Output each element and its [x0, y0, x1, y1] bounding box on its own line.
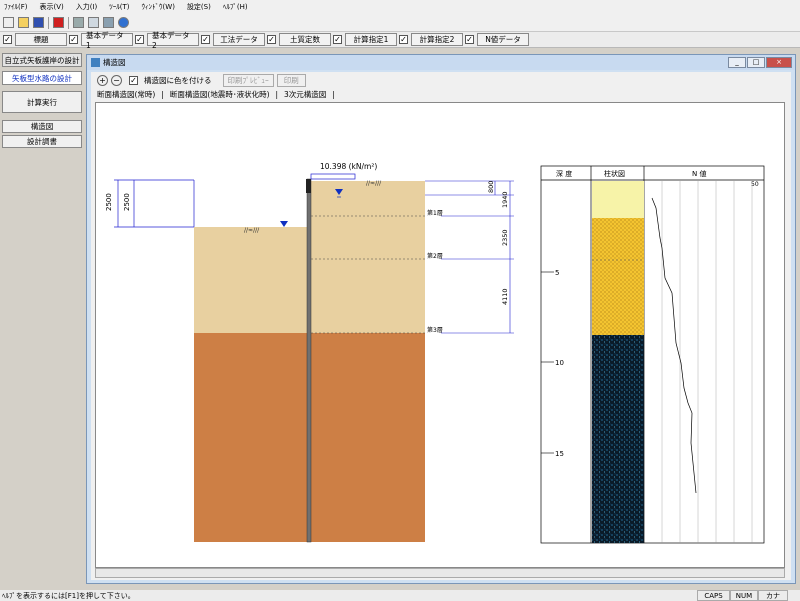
- checkbox-basic1[interactable]: ✓: [69, 35, 78, 44]
- fill-layer: [592, 181, 644, 218]
- kana-indicator: カナ: [758, 590, 788, 601]
- menu-help[interactable]: ﾍﾙﾌﾟ(H): [223, 2, 248, 12]
- left-water-mark: [280, 221, 288, 227]
- drawing-canvas: 2500 2500 //≈/// 10.398 (kN/m²) //≈/// 第…: [95, 102, 785, 568]
- zoom-in-icon[interactable]: +: [97, 74, 108, 86]
- sheet-pile: [306, 178, 312, 543]
- new-icon[interactable]: [3, 17, 14, 28]
- structure-drawing: 2500 2500 //≈/// 10.398 (kN/m²) //≈/// 第…: [105, 162, 765, 544]
- window-title: 構造図: [103, 58, 126, 67]
- tab-divider: |: [161, 90, 164, 99]
- col-depth-header: 深 度: [556, 169, 572, 178]
- gravel-layer: [592, 218, 644, 335]
- red-tool-icon[interactable]: [53, 17, 64, 28]
- menu-settings[interactable]: 設定(S): [187, 2, 211, 12]
- load-label: 10.398 (kN/m²): [320, 162, 377, 171]
- menu-input[interactable]: 入力(I): [76, 2, 98, 12]
- menu-tools[interactable]: ﾂｰﾙ(T): [109, 2, 129, 12]
- design-type-label: 自立式矢板護岸の設計: [2, 53, 82, 67]
- window-titlebar: 構造図 _ □ ×: [87, 55, 795, 70]
- checkbox-method[interactable]: ✓: [201, 35, 210, 44]
- basic-data2-button[interactable]: 基本データ2: [147, 31, 199, 50]
- depth-15: 15: [555, 450, 564, 458]
- view-tabs: 断面構造図(常時) | 断面構造図(地震時･液状化時) | 3次元構造図 |: [91, 88, 791, 101]
- surcharge-load: [310, 173, 356, 180]
- save-icon[interactable]: [33, 17, 44, 28]
- caps-indicator: CAPS: [697, 590, 730, 601]
- method-data-button[interactable]: 工法データ: [213, 33, 265, 46]
- design-tab[interactable]: 矢板型水路の設計: [2, 71, 82, 85]
- depth-5: 5: [555, 269, 559, 277]
- calc-spec2-button[interactable]: 計算指定2: [411, 33, 463, 46]
- dim-4110: 4110: [501, 288, 509, 305]
- structure-window: 構造図 _ □ × + − ✓ 構造図に色を付ける 印刷ﾌﾟﾚﾋﾞｭｰ 印刷 断…: [86, 54, 796, 584]
- menu-view[interactable]: 表示(V): [40, 2, 64, 12]
- layer3-label: 第3層: [427, 326, 443, 334]
- layer1-label: 第1層: [427, 209, 443, 217]
- col-column-header: 柱状図: [604, 169, 625, 178]
- print-setup-icon[interactable]: [103, 17, 114, 28]
- left-panel: 自立式矢板護岸の設計 矢板型水路の設計 計算実行 構造図 設計調書: [0, 50, 84, 590]
- checkbox-soil[interactable]: ✓: [267, 35, 276, 44]
- tab-normal-section[interactable]: 断面構造図(常時): [97, 89, 155, 100]
- window-content: + − ✓ 構造図に色を付ける 印刷ﾌﾟﾚﾋﾞｭｰ 印刷 断面構造図(常時) | …: [91, 72, 791, 580]
- status-help-text: ﾍﾙﾌﾟを表示するには[F1]を押して下さい。: [2, 591, 135, 600]
- maximize-button[interactable]: □: [747, 57, 765, 68]
- color-checkbox-label: 構造図に色を付ける: [144, 75, 212, 85]
- checkbox-calc1[interactable]: ✓: [333, 35, 342, 44]
- toolbar-separator: [68, 16, 69, 29]
- left-dim-inner: 2500: [123, 193, 131, 211]
- menu-window[interactable]: ｳｨﾝﾄﾞｳ(W): [142, 2, 175, 12]
- minimize-button[interactable]: _: [728, 57, 746, 68]
- open-icon[interactable]: [18, 17, 29, 28]
- tab-3d-structure[interactable]: 3次元構造図: [284, 89, 326, 100]
- toolbar-separator: [48, 16, 49, 29]
- menu-file[interactable]: ﾌｧｲﾙ(F): [4, 2, 28, 12]
- calc-run-button[interactable]: 計算実行: [2, 91, 82, 113]
- col-n-header: N 値: [692, 169, 706, 178]
- right-ground-hatch: //≈///: [366, 180, 382, 187]
- boring-log-frame: [540, 165, 765, 544]
- tab-seismic-section[interactable]: 断面構造図(地震時･液状化時): [170, 89, 270, 100]
- print-icon[interactable]: [73, 17, 84, 28]
- soil-constants-button[interactable]: 土質定数: [279, 33, 331, 46]
- layer2-label: 第2層: [427, 252, 443, 260]
- dim-800: 800: [487, 181, 495, 193]
- print-preview-icon[interactable]: [88, 17, 99, 28]
- checkbox-calc2[interactable]: ✓: [399, 35, 408, 44]
- print-button[interactable]: 印刷: [276, 73, 306, 87]
- horizontal-scrollbar[interactable]: [95, 568, 785, 578]
- close-button[interactable]: ×: [766, 57, 792, 68]
- window-icon: [91, 58, 100, 67]
- title-button[interactable]: 標題: [15, 33, 67, 46]
- checkbox-title[interactable]: ✓: [3, 35, 12, 44]
- dim-1940: 1940: [501, 191, 509, 208]
- left-ground-hatch: //≈///: [244, 227, 260, 234]
- zoom-out-icon[interactable]: −: [111, 74, 122, 86]
- help-icon[interactable]: [118, 17, 129, 28]
- num-indicator: NUM: [730, 590, 758, 601]
- depth-10: 10: [555, 359, 564, 367]
- n-value-data-button[interactable]: N値データ: [477, 33, 529, 46]
- dim-2350: 2350: [501, 229, 509, 246]
- right-sand-layer: [309, 181, 425, 333]
- pile-cap: [306, 179, 311, 193]
- print-preview-button[interactable]: 印刷ﾌﾟﾚﾋﾞｭｰ: [222, 73, 274, 87]
- input-tab-toolbar: ✓ 標題 ✓ 基本データ1 ✓ 基本データ2 ✓ 工法データ ✓ 土質定数 ✓ 計算指定1 …: [0, 31, 800, 50]
- design-report-button[interactable]: 設計調書: [2, 135, 82, 148]
- checkbox-basic2[interactable]: ✓: [135, 35, 144, 44]
- color-checkbox[interactable]: ✓: [129, 75, 138, 85]
- calc-spec1-button[interactable]: 計算指定1: [345, 33, 397, 46]
- left-sand-layer: [194, 227, 309, 333]
- left-dim-outer: 2500: [105, 193, 113, 211]
- checkbox-n-value[interactable]: ✓: [465, 35, 474, 44]
- tab-divider: |: [332, 90, 335, 99]
- rock-layer: [592, 335, 644, 543]
- menu-bar: ﾌｧｲﾙ(F) 表示(V) 入力(I) ﾂｰﾙ(T) ｳｨﾝﾄﾞｳ(W) 設定(…: [0, 0, 800, 14]
- status-bar: ﾍﾙﾌﾟを表示するには[F1]を押して下さい。: [0, 590, 800, 601]
- drawing-toolbar: + − ✓ 構造図に色を付ける 印刷ﾌﾟﾚﾋﾞｭｰ 印刷: [91, 72, 791, 88]
- tab-divider: |: [275, 90, 279, 99]
- basic-data1-button[interactable]: 基本データ1: [81, 31, 133, 50]
- structure-drawing-button[interactable]: 構造図: [2, 120, 82, 133]
